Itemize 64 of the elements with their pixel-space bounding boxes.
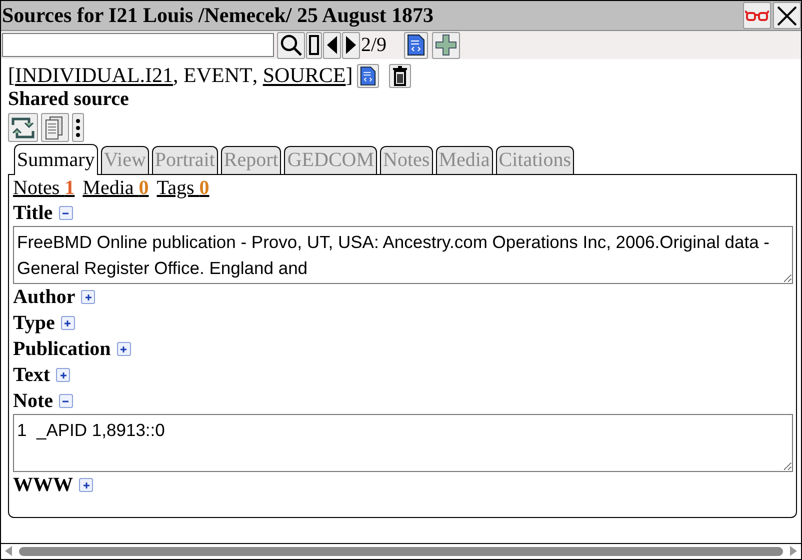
field-label: Text bbox=[13, 364, 50, 386]
collapse-button[interactable] bbox=[58, 394, 73, 408]
left-triangle-icon bbox=[326, 35, 338, 55]
text-area[interactable]: 1 _APID 1,8913::0 bbox=[13, 414, 793, 472]
record-counter: 2/9 bbox=[361, 34, 387, 56]
breadcrumb-link[interactable]: INDIVIDUAL.I21 bbox=[15, 63, 174, 88]
breadcrumb-punctuation: , bbox=[173, 63, 180, 88]
first-button[interactable] bbox=[306, 32, 322, 58]
tab[interactable]: Summary bbox=[14, 144, 98, 175]
glasses-button[interactable] bbox=[743, 2, 771, 29]
count-link[interactable]: Media 0 bbox=[82, 177, 149, 200]
collapse-button[interactable] bbox=[58, 206, 73, 220]
previous-button[interactable] bbox=[323, 32, 341, 58]
more-button[interactable] bbox=[72, 113, 84, 142]
expand-button[interactable] bbox=[79, 478, 93, 492]
count-link[interactable]: Tags 0 bbox=[156, 177, 210, 200]
glasses-icon bbox=[745, 10, 769, 22]
field-label: Note bbox=[13, 390, 53, 412]
refresh-icon bbox=[11, 116, 35, 140]
plus-icon bbox=[82, 292, 94, 302]
plus-icon bbox=[80, 480, 92, 490]
refresh-button[interactable] bbox=[8, 113, 38, 142]
field-label: Type bbox=[13, 312, 55, 334]
delete-button[interactable] bbox=[388, 64, 411, 88]
code-file-icon bbox=[360, 66, 376, 86]
field-label: Publication bbox=[13, 338, 111, 360]
scroll-right-icon[interactable] bbox=[789, 546, 797, 556]
close-icon bbox=[776, 4, 798, 26]
text-area[interactable]: FreeBMD Online publication - Provo, UT, USA: Ancestry.com Operations Inc, 2006.Original data - General Register Office. England and bbox=[13, 226, 793, 284]
breadcrumb-text: EVENT bbox=[184, 63, 252, 88]
field-label: WWW bbox=[13, 474, 73, 496]
plus-icon bbox=[62, 318, 74, 328]
code-file-icon bbox=[406, 34, 425, 56]
breadcrumb-link[interactable]: SOURCE bbox=[262, 63, 346, 88]
right-triangle-icon bbox=[345, 35, 357, 55]
field-label: Title bbox=[13, 202, 53, 224]
breadcrumb-punctuation: ] bbox=[346, 63, 353, 88]
search-icon bbox=[280, 34, 302, 56]
more-icon bbox=[75, 118, 81, 138]
breadcrumb-punctuation: [ bbox=[8, 63, 15, 88]
window-title: Sources for I21 Louis /Nemecek/ 25 August 1873 bbox=[1, 3, 434, 28]
expand-button[interactable] bbox=[81, 290, 96, 304]
add-button[interactable] bbox=[432, 32, 460, 58]
bar-icon bbox=[309, 35, 319, 55]
expand-button[interactable] bbox=[60, 316, 75, 330]
section-heading: Shared source bbox=[8, 88, 130, 111]
code-file-button[interactable] bbox=[356, 64, 379, 88]
code-file-button[interactable] bbox=[404, 32, 428, 58]
scroll-left-icon[interactable] bbox=[5, 546, 13, 556]
plus-icon bbox=[434, 34, 457, 56]
plus-icon bbox=[118, 344, 130, 354]
search-button[interactable] bbox=[277, 32, 305, 58]
next-button[interactable] bbox=[342, 32, 360, 58]
breadcrumb-punctuation: , bbox=[252, 63, 259, 88]
plus-icon bbox=[58, 370, 69, 380]
expand-button[interactable] bbox=[116, 342, 131, 356]
count-link[interactable]: Notes 1 bbox=[13, 177, 75, 200]
copy-button[interactable] bbox=[41, 113, 69, 142]
close-button[interactable] bbox=[773, 2, 801, 29]
expand-button[interactable] bbox=[56, 368, 70, 382]
horizontal-scrollbar[interactable] bbox=[1, 543, 801, 558]
search-field[interactable] bbox=[2, 33, 274, 57]
trash-icon bbox=[392, 66, 408, 86]
field-label: Author bbox=[13, 286, 76, 308]
